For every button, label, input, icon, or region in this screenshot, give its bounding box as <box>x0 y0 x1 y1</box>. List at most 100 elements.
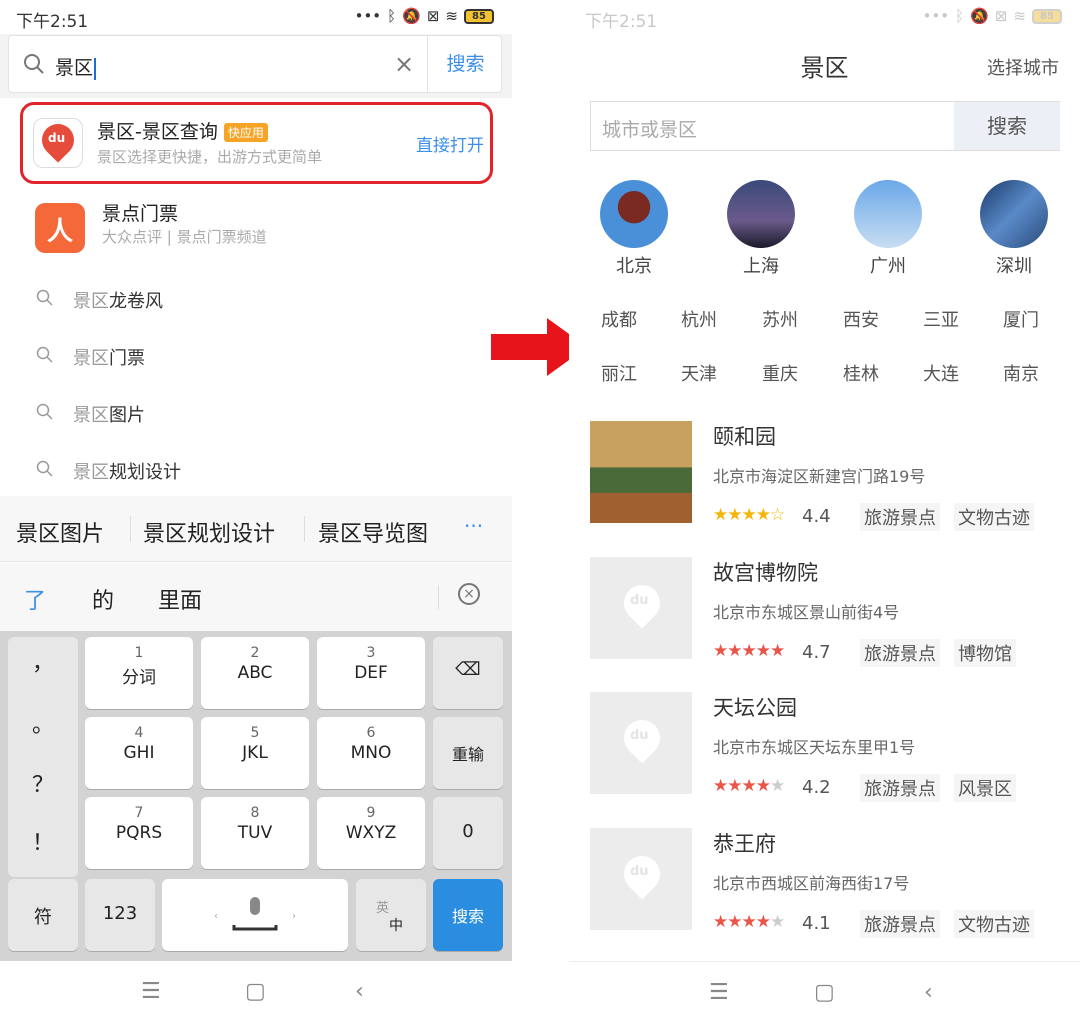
key-4[interactable]: 4 GHI <box>85 717 193 789</box>
city-search-input[interactable]: 城市或景区 搜索 <box>590 101 1060 151</box>
place-name: 天坛公园 <box>713 696 797 720</box>
suggestion-item[interactable]: 景区图片 <box>0 389 512 439</box>
suggestion-item[interactable]: 景区龙卷风 <box>0 275 512 325</box>
symbols-key[interactable]: 符 <box>8 879 78 951</box>
quick-app-badge: 快应用 <box>223 123 268 142</box>
city-link[interactable]: 西安 <box>843 306 879 332</box>
city-link[interactable]: 成都 <box>601 306 637 332</box>
select-city-button[interactable]: 选择城市 <box>987 54 1059 80</box>
clear-icon[interactable]: × <box>394 50 414 78</box>
search-icon <box>36 289 53 306</box>
place-address: 北京市海淀区新建宫门路19号 <box>713 467 926 486</box>
city-link[interactable]: 重庆 <box>762 360 798 386</box>
menu-icon[interactable]: ☰ <box>141 979 161 1004</box>
signal-dots-icon: ••• <box>354 7 382 25</box>
candidate-divider <box>304 516 305 542</box>
app-subtitle: 景区选择更快捷，出游方式更简单 <box>97 148 323 166</box>
city-link[interactable]: 丽江 <box>601 360 637 386</box>
candidate-divider <box>130 516 131 542</box>
open-directly-button[interactable]: 直接打开 <box>416 131 484 156</box>
hot-city-beijing[interactable]: 北京 <box>594 180 674 278</box>
status-time: 下午2:51 <box>16 12 89 32</box>
pinyin-candidate[interactable]: 了 <box>24 583 46 615</box>
city-link[interactable]: 杭州 <box>681 306 717 332</box>
back-icon[interactable]: ‹ <box>355 979 364 1004</box>
sim-icon: ⊠ <box>994 7 1008 25</box>
search-query: 景区 <box>55 57 94 79</box>
placeholder-photo: du <box>590 692 692 794</box>
close-candidates-icon[interactable]: × <box>458 583 480 605</box>
suggestion-item[interactable]: 景区门票 <box>0 332 512 382</box>
menu-icon[interactable]: ☰ <box>709 980 729 1005</box>
key-3[interactable]: 3 DEF <box>317 637 425 709</box>
pinyin-candidate[interactable]: 里面 <box>158 583 202 615</box>
zero-key[interactable]: 0 <box>433 797 503 869</box>
back-icon[interactable]: ‹ <box>924 980 933 1005</box>
beijing-photo <box>600 180 668 248</box>
city-link[interactable]: 厦门 <box>1003 306 1039 332</box>
key-9[interactable]: 9 WXYZ <box>317 797 425 869</box>
more-candidates-icon[interactable]: ··· <box>464 514 483 538</box>
city-link[interactable]: 天津 <box>681 360 717 386</box>
battery-icon: 85 <box>464 8 494 24</box>
symbol-key[interactable]: ？ <box>8 767 78 799</box>
space-key[interactable]: ‹ › <box>162 879 348 951</box>
city-link[interactable]: 苏州 <box>762 306 798 332</box>
quick-app-suggestion[interactable]: du 景区-景区查询 快应用 景区选择更快捷，出游方式更简单 直接打开 <box>20 102 493 184</box>
place-rating: 4.7 <box>802 642 831 663</box>
symbol-key[interactable]: 。 <box>8 707 78 739</box>
place-card[interactable]: 颐和园 北京市海淀区新建宫门路19号 ★★★★☆ 4.4 旅游景点 文物古迹 <box>590 421 1080 531</box>
language-switch-key[interactable]: 英 中 <box>356 879 426 951</box>
search-button[interactable]: 搜索 <box>954 102 1060 150</box>
rating-stars: ★★★★★ <box>713 641 785 661</box>
place-rating: 4.4 <box>802 506 831 527</box>
key-1[interactable]: 1 分词 <box>85 637 193 709</box>
key-2[interactable]: 2 ABC <box>201 637 309 709</box>
place-card[interactable]: du 故宫博物院 北京市东城区景山前街4号 ★★★★★ 4.7 旅游景点 博物馆 <box>590 557 1080 667</box>
pinyin-candidate[interactable]: 的 <box>92 583 114 615</box>
city-link[interactable]: 大连 <box>923 360 959 386</box>
key-7[interactable]: 7 PQRS <box>85 797 193 869</box>
search-input[interactable]: 景区 × 搜索 <box>8 35 502 93</box>
candidate-word[interactable]: 景区图片 <box>16 516 104 548</box>
reinput-key[interactable]: 重输 <box>433 717 503 789</box>
key-6[interactable]: 6 MNO <box>317 717 425 789</box>
symbol-key[interactable]: ， <box>8 645 78 677</box>
ime-search-key[interactable]: 搜索 <box>433 879 503 951</box>
city-link[interactable]: 南京 <box>1003 360 1039 386</box>
hot-city-shenzhen[interactable]: 深圳 <box>974 180 1054 278</box>
svg-text:‹: ‹ <box>214 911 218 922</box>
place-card[interactable]: du 天坛公园 北京市东城区天坛东里甲1号 ★★★★★ 4.2 旅游景点 风景区 <box>590 692 1080 802</box>
key-8[interactable]: 8 TUV <box>201 797 309 869</box>
guangzhou-photo <box>854 180 922 248</box>
place-name: 颐和园 <box>713 425 776 449</box>
mute-icon: 🔕 <box>970 7 989 25</box>
city-link[interactable]: 桂林 <box>843 360 879 386</box>
backspace-key[interactable]: ⌫ <box>433 637 503 709</box>
home-icon[interactable]: ▢ <box>814 980 835 1005</box>
home-icon[interactable]: ▢ <box>245 979 266 1004</box>
key-5[interactable]: 5 JKL <box>201 717 309 789</box>
place-address: 北京市东城区天坛东里甲1号 <box>713 738 916 757</box>
pinyin-divider <box>438 585 439 609</box>
right-screen: 下午2:51 ••• ᛒ 🔕 ⊠ ≋ 85 景区 选择城市 城市或景区 搜索 北… <box>569 0 1080 1023</box>
battery-icon: 85 <box>1032 8 1062 24</box>
microphone-icon: ‹ › <box>214 897 296 931</box>
rating-stars: ★★★★★ <box>713 912 785 932</box>
search-button[interactable]: 搜索 <box>427 36 503 92</box>
dianping-icon: 人 <box>35 203 85 253</box>
map-pin-app-icon: du <box>33 117 83 168</box>
candidate-word[interactable]: 景区导览图 <box>318 516 428 548</box>
symbol-key[interactable]: ！ <box>8 825 78 857</box>
ime-pinyin-bar: 了 的 里面 × <box>0 563 512 631</box>
hot-city-guangzhou[interactable]: 广州 <box>848 180 928 278</box>
candidate-word[interactable]: 景区规划设计 <box>143 516 275 548</box>
hot-city-shanghai[interactable]: 上海 <box>721 180 801 278</box>
backspace-icon: ⌫ <box>455 659 481 680</box>
suggestion-item[interactable]: 景区规划设计 <box>0 446 512 496</box>
place-card[interactable]: du 恭王府 北京市西城区前海西街17号 ★★★★★ 4.1 旅游景点 文物古迹 <box>590 828 1080 938</box>
signal-dots-icon: ••• <box>922 7 950 25</box>
number-mode-key[interactable]: 123 <box>85 879 155 951</box>
city-link[interactable]: 三亚 <box>923 306 959 332</box>
search-bar: 景区 × 搜索 <box>0 34 512 98</box>
